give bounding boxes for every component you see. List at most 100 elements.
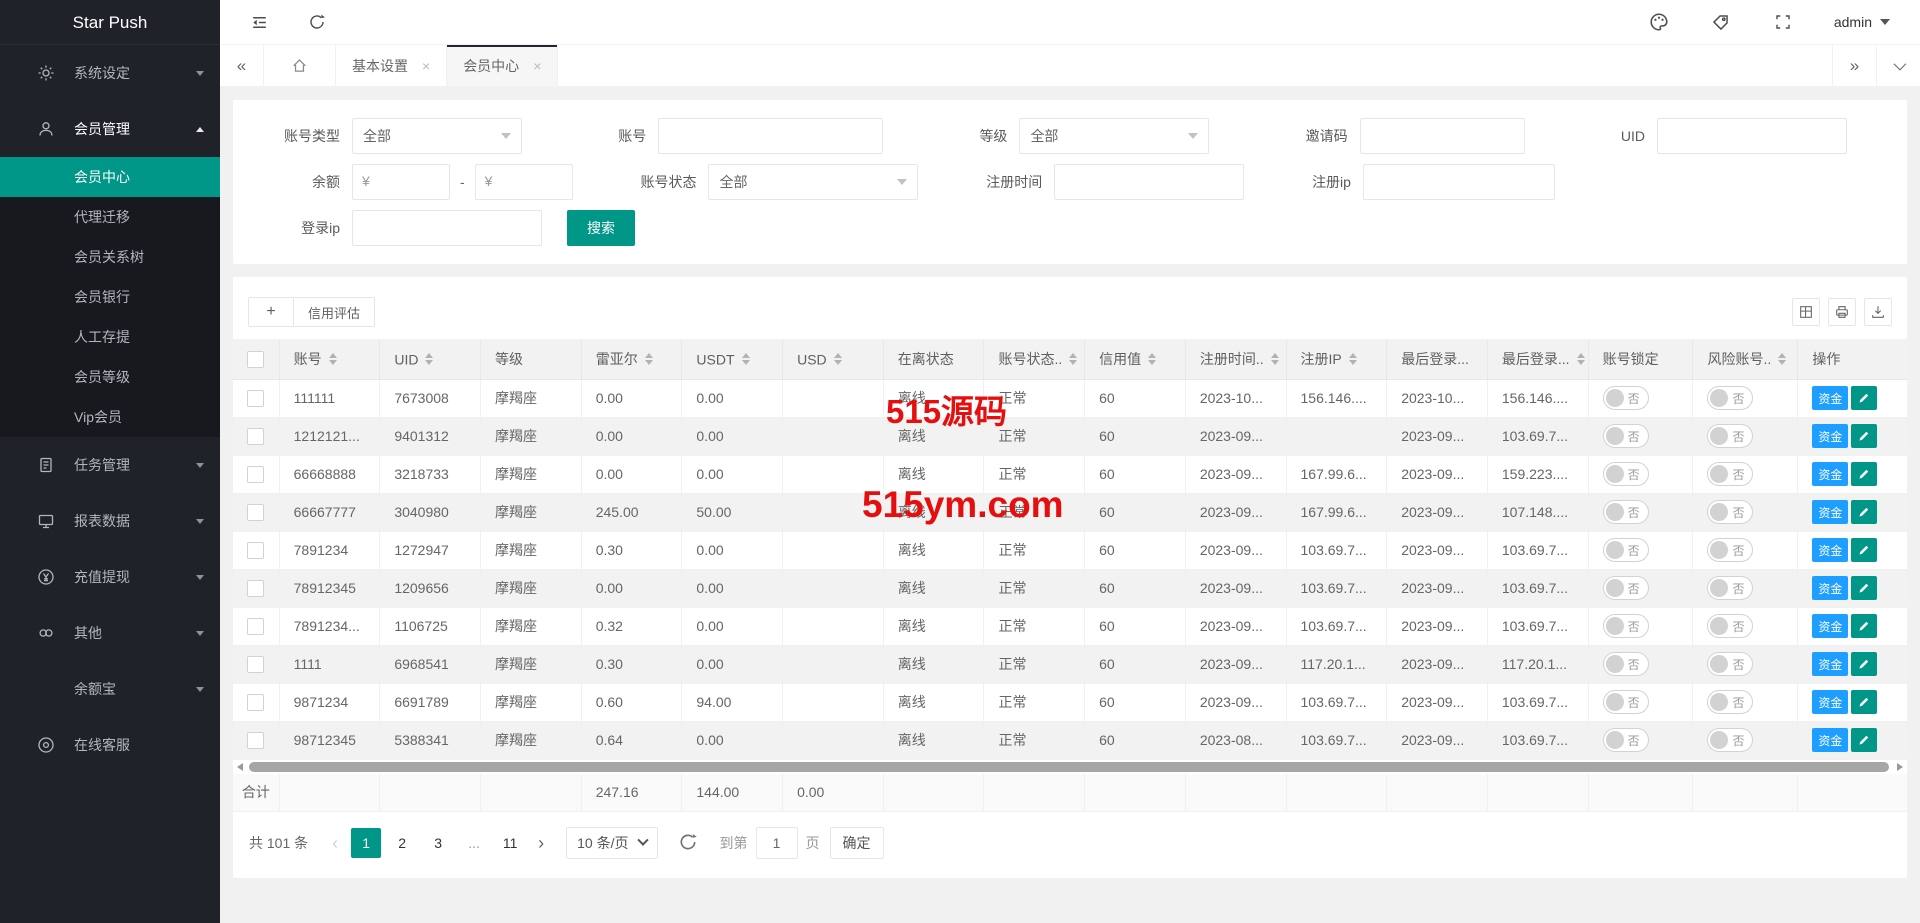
edit-button[interactable] <box>1851 500 1877 524</box>
lock-toggle[interactable]: 否 <box>1603 690 1649 714</box>
sort-icon[interactable] <box>742 353 750 365</box>
scrollbar-thumb[interactable] <box>249 762 1889 772</box>
refresh-table-icon[interactable] <box>678 832 700 854</box>
risk-toggle[interactable]: 否 <box>1707 576 1753 600</box>
risk-toggle[interactable]: 否 <box>1707 652 1753 676</box>
lock-toggle[interactable]: 否 <box>1603 538 1649 562</box>
sort-icon[interactable] <box>1148 353 1156 365</box>
add-member-button[interactable]: + <box>248 297 294 327</box>
lock-toggle[interactable]: 否 <box>1603 462 1649 486</box>
confirm-button[interactable]: 确定 <box>830 827 884 859</box>
sidebar-item-member-management[interactable]: 会员管理 <box>0 101 220 157</box>
lock-toggle[interactable]: 否 <box>1603 576 1649 600</box>
edit-button[interactable] <box>1851 728 1877 752</box>
edit-button[interactable] <box>1851 614 1877 638</box>
search-button[interactable]: 搜索 <box>567 210 635 246</box>
page-button[interactable]: 1 <box>351 828 381 858</box>
close-icon[interactable]: × <box>533 58 541 74</box>
fund-button[interactable]: 资金 <box>1812 652 1848 676</box>
uid-input[interactable] <box>1657 118 1847 154</box>
risk-toggle[interactable]: 否 <box>1707 462 1753 486</box>
next-page-button[interactable]: › <box>528 828 554 858</box>
row-checkbox[interactable] <box>247 542 264 559</box>
goto-page-input[interactable] <box>756 827 798 859</box>
row-checkbox[interactable] <box>247 466 264 483</box>
risk-toggle[interactable]: 否 <box>1707 424 1753 448</box>
sidebar-item-member-tree[interactable]: 会员关系树 <box>0 237 220 277</box>
sidebar-item-agent-migration[interactable]: 代理迁移 <box>0 197 220 237</box>
sidebar-item-report-data[interactable]: 报表数据 <box>0 493 220 549</box>
sort-icon[interactable] <box>1271 353 1279 365</box>
edit-button[interactable] <box>1851 424 1877 448</box>
sidebar-item-system-settings[interactable]: 系统设定 <box>0 45 220 101</box>
fund-button[interactable]: 资金 <box>1812 614 1848 638</box>
risk-toggle[interactable]: 否 <box>1707 538 1753 562</box>
risk-toggle[interactable]: 否 <box>1707 500 1753 524</box>
columns-grid-icon[interactable] <box>1792 298 1820 326</box>
lock-toggle[interactable]: 否 <box>1603 500 1649 524</box>
edit-button[interactable] <box>1851 462 1877 486</box>
row-checkbox[interactable] <box>247 580 264 597</box>
column-header-account[interactable]: 账号 <box>279 339 380 379</box>
risk-toggle[interactable]: 否 <box>1707 386 1753 410</box>
account-status-select[interactable]: 全部 <box>708 164 918 200</box>
sidebar-item-online-service[interactable]: 在线客服 <box>0 717 220 773</box>
close-icon[interactable]: × <box>422 58 430 74</box>
column-header-brl[interactable]: 雷亚尔 <box>581 339 682 379</box>
risk-toggle[interactable]: 否 <box>1707 690 1753 714</box>
sidebar-item-member-center[interactable]: 会员中心 <box>0 157 220 197</box>
lock-toggle[interactable]: 否 <box>1603 728 1649 752</box>
sort-icon[interactable] <box>1069 353 1077 365</box>
sort-icon[interactable] <box>1349 353 1357 365</box>
tag-icon[interactable] <box>1710 11 1732 33</box>
sidebar-item-vip-member[interactable]: Vip会员 <box>0 397 220 437</box>
column-header-usdt[interactable]: USDT <box>682 339 783 379</box>
sort-icon[interactable] <box>645 353 653 365</box>
sidebar-item-manual-deposit[interactable]: 人工存提 <box>0 317 220 357</box>
sidebar-item-task-management[interactable]: 任务管理 <box>0 437 220 493</box>
sort-icon[interactable] <box>1778 353 1786 365</box>
lock-toggle[interactable]: 否 <box>1603 424 1649 448</box>
sidebar-item-recharge-withdraw[interactable]: 充值提现 <box>0 549 220 605</box>
lock-toggle[interactable]: 否 <box>1603 614 1649 638</box>
reg-time-input[interactable] <box>1054 164 1244 200</box>
column-header-uid[interactable]: UID <box>380 339 481 379</box>
scroll-left-arrow-icon[interactable] <box>237 763 243 771</box>
fund-button[interactable]: 资金 <box>1812 500 1848 524</box>
sort-icon[interactable] <box>834 353 842 365</box>
edit-button[interactable] <box>1851 690 1877 714</box>
horizontal-scrollbar[interactable] <box>235 761 1905 773</box>
risk-toggle[interactable]: 否 <box>1707 728 1753 752</box>
column-header-status[interactable]: 账号状态.. <box>984 339 1085 379</box>
fullscreen-icon[interactable] <box>1772 11 1794 33</box>
scroll-right-arrow-icon[interactable] <box>1897 763 1903 771</box>
fund-button[interactable]: 资金 <box>1812 576 1848 600</box>
export-icon[interactable] <box>1864 298 1892 326</box>
column-header-reg_time[interactable]: 注册时间.. <box>1185 339 1286 379</box>
page-button[interactable]: 11 <box>495 828 525 858</box>
fund-button[interactable]: 资金 <box>1812 690 1848 714</box>
select-all-checkbox[interactable] <box>247 351 264 368</box>
page-size-select[interactable]: 10 条/页 <box>566 827 657 859</box>
row-checkbox[interactable] <box>247 732 264 749</box>
credit-evaluate-button[interactable]: 信用评估 <box>294 297 375 327</box>
tabs-dropdown-icon[interactable] <box>1876 45 1920 86</box>
lock-toggle[interactable]: 否 <box>1603 652 1649 676</box>
column-header-credit[interactable]: 信用值 <box>1085 339 1186 379</box>
sort-icon[interactable] <box>425 353 433 365</box>
sidebar-item-other[interactable]: 其他 <box>0 605 220 661</box>
sort-icon[interactable] <box>1577 353 1585 365</box>
edit-button[interactable] <box>1851 652 1877 676</box>
login-ip-input[interactable] <box>352 210 542 246</box>
tabs-expand-icon[interactable]: » <box>1832 45 1876 86</box>
sort-icon[interactable] <box>329 353 337 365</box>
tab-basic-settings[interactable]: 基本设置 × <box>336 45 447 86</box>
row-checkbox[interactable] <box>247 428 264 445</box>
lock-toggle[interactable]: 否 <box>1603 386 1649 410</box>
print-icon[interactable] <box>1828 298 1856 326</box>
column-header-usd[interactable]: USD <box>783 339 884 379</box>
user-menu[interactable]: admin <box>1834 14 1890 30</box>
tabs-collapse-icon[interactable]: « <box>220 45 264 86</box>
edit-button[interactable] <box>1851 386 1877 410</box>
page-button[interactable]: 3 <box>423 828 453 858</box>
